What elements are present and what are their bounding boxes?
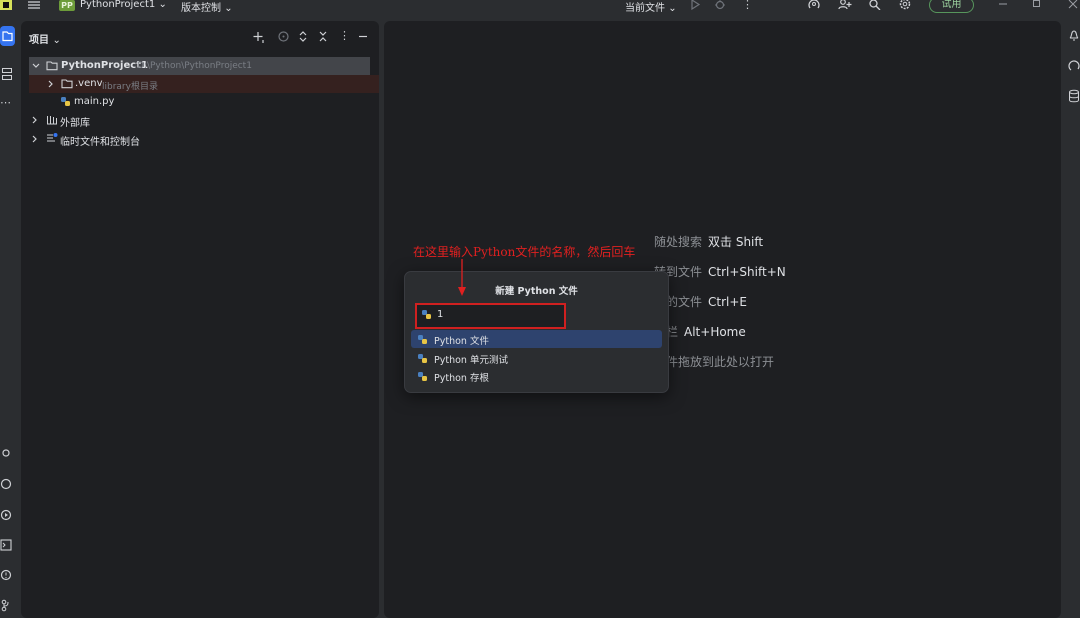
folder-icon xyxy=(61,79,73,89)
maximize-window-icon[interactable] xyxy=(1032,0,1042,9)
hint-text: 随处搜索 xyxy=(654,235,703,249)
ai-chat-icon[interactable] xyxy=(1068,59,1080,73)
vcs-menu[interactable]: 版本控制 ⌄ xyxy=(181,0,233,14)
tree-node-label: 临时文件和控制台 xyxy=(60,137,140,148)
tree-node-label: 外部库 xyxy=(60,118,90,129)
tree-node-label: main.py xyxy=(74,96,115,107)
run-config-selector[interactable]: 当前文件 ⌄ xyxy=(625,0,677,14)
run-icon[interactable] xyxy=(689,0,701,10)
library-icon xyxy=(47,116,57,125)
chevron-down-icon: ⌄ xyxy=(158,0,167,10)
notifications-bell-icon[interactable] xyxy=(1068,28,1080,42)
popup-item-python-file[interactable]: Python 文件 xyxy=(411,330,662,348)
popup-item-python-stub[interactable]: Python 存根 xyxy=(411,367,662,385)
chevron-right-icon xyxy=(48,80,53,88)
file-name-input-value: 1 xyxy=(437,309,444,320)
project-switcher[interactable]: PythonProject1 ⌄ xyxy=(80,0,167,10)
services-icon[interactable] xyxy=(0,508,12,522)
tree-node-label: .venv xyxy=(75,78,103,89)
project-panel-title[interactable]: 项目 ⌄ xyxy=(29,31,61,46)
more-tools-icon[interactable]: ⋯ xyxy=(0,96,11,109)
new-python-file-popup: 新建 Python 文件 1 Python 文件 Python 单元测试 Pyt… xyxy=(404,271,669,393)
editor-hint: 转到文件 Ctrl+Shift+N xyxy=(654,263,786,280)
python-packages-icon[interactable] xyxy=(0,446,12,460)
add-user-icon[interactable] xyxy=(838,0,852,10)
project-badge[interactable]: PP xyxy=(59,0,75,11)
terminal-icon[interactable] xyxy=(0,538,12,552)
project-name-label: PythonProject1 xyxy=(80,0,156,10)
popup-item-label: Python 单元测试 xyxy=(434,355,508,366)
search-icon[interactable] xyxy=(868,0,882,10)
ai-assistant-icon[interactable] xyxy=(807,0,821,10)
problems-icon[interactable] xyxy=(0,568,12,582)
app-logo xyxy=(0,0,12,10)
tree-node-external-libraries[interactable]: 外部库 xyxy=(21,111,379,129)
tree-node-path: D:\Python\PythonProject1 xyxy=(137,61,252,71)
expand-all-icon[interactable] xyxy=(297,30,309,43)
python-file-icon xyxy=(418,335,427,344)
chevron-right-icon xyxy=(32,135,37,143)
chevron-down-icon xyxy=(32,63,40,68)
close-window-icon[interactable] xyxy=(1068,0,1078,9)
python-file-icon xyxy=(422,310,431,319)
more-actions-icon[interactable]: ⋮ xyxy=(742,0,753,11)
run-config-label: 当前文件 xyxy=(625,3,665,14)
annotation-text: 在这里输入Python文件的名称，然后回车 xyxy=(413,245,636,259)
chevron-down-icon: ⌄ xyxy=(52,35,61,46)
popup-title: 新建 Python 文件 xyxy=(495,286,578,297)
editor-hint: 随处搜索 双击 Shift xyxy=(654,233,763,250)
panel-options-icon[interactable]: ⋮ xyxy=(339,29,350,42)
hint-shortcut: Ctrl+Shift+N xyxy=(708,265,786,279)
chevron-right-icon xyxy=(32,116,37,124)
minimize-window-icon[interactable] xyxy=(998,0,1008,9)
python-file-icon xyxy=(418,354,427,363)
file-name-input[interactable]: 1 xyxy=(415,303,566,329)
hint-shortcut: Ctrl+E xyxy=(708,295,748,309)
trial-button[interactable]: 试用 xyxy=(929,0,974,13)
scratches-icon xyxy=(47,133,58,142)
git-icon[interactable] xyxy=(0,598,12,612)
database-icon[interactable] xyxy=(1068,89,1080,103)
popup-item-label: Python 文件 xyxy=(434,336,489,347)
tree-node-label: PythonProject1 xyxy=(61,60,148,71)
python-file-icon xyxy=(418,372,427,381)
popup-item-label: Python 存根 xyxy=(434,373,489,384)
python-console-icon[interactable] xyxy=(0,477,12,491)
tree-node-tag: library根目录 xyxy=(102,82,158,92)
popup-item-python-unit-test[interactable]: Python 单元测试 xyxy=(411,349,662,367)
python-file-icon xyxy=(61,97,70,106)
tree-node-venv[interactable]: .venv library根目录 xyxy=(29,75,379,93)
hint-shortcut: 双击 Shift xyxy=(708,235,764,249)
main-menu-icon[interactable] xyxy=(26,0,42,10)
folder-icon xyxy=(46,61,58,71)
project-panel-title-label: 项目 xyxy=(29,35,49,46)
tree-node-main-py[interactable]: main.py xyxy=(21,93,379,111)
annotation-arrow-icon xyxy=(458,259,466,296)
tree-node-project-root[interactable]: PythonProject1 D:\Python\PythonProject1 xyxy=(29,57,370,75)
structure-icon[interactable] xyxy=(1,67,13,81)
chevron-down-icon: ⌄ xyxy=(224,3,233,14)
hide-panel-icon[interactable] xyxy=(357,30,369,43)
tool-project-button[interactable] xyxy=(0,26,15,46)
locate-file-icon[interactable] xyxy=(277,30,290,43)
new-file-icon[interactable] xyxy=(252,30,266,43)
collapse-all-icon[interactable] xyxy=(317,30,329,43)
tree-node-scratches[interactable]: 临时文件和控制台 xyxy=(21,130,379,148)
settings-gear-icon[interactable] xyxy=(898,0,912,10)
debug-icon[interactable] xyxy=(714,0,726,10)
hint-shortcut: Alt+Home xyxy=(684,325,746,339)
chevron-down-icon: ⌄ xyxy=(668,3,677,14)
vcs-menu-label: 版本控制 xyxy=(181,3,221,14)
